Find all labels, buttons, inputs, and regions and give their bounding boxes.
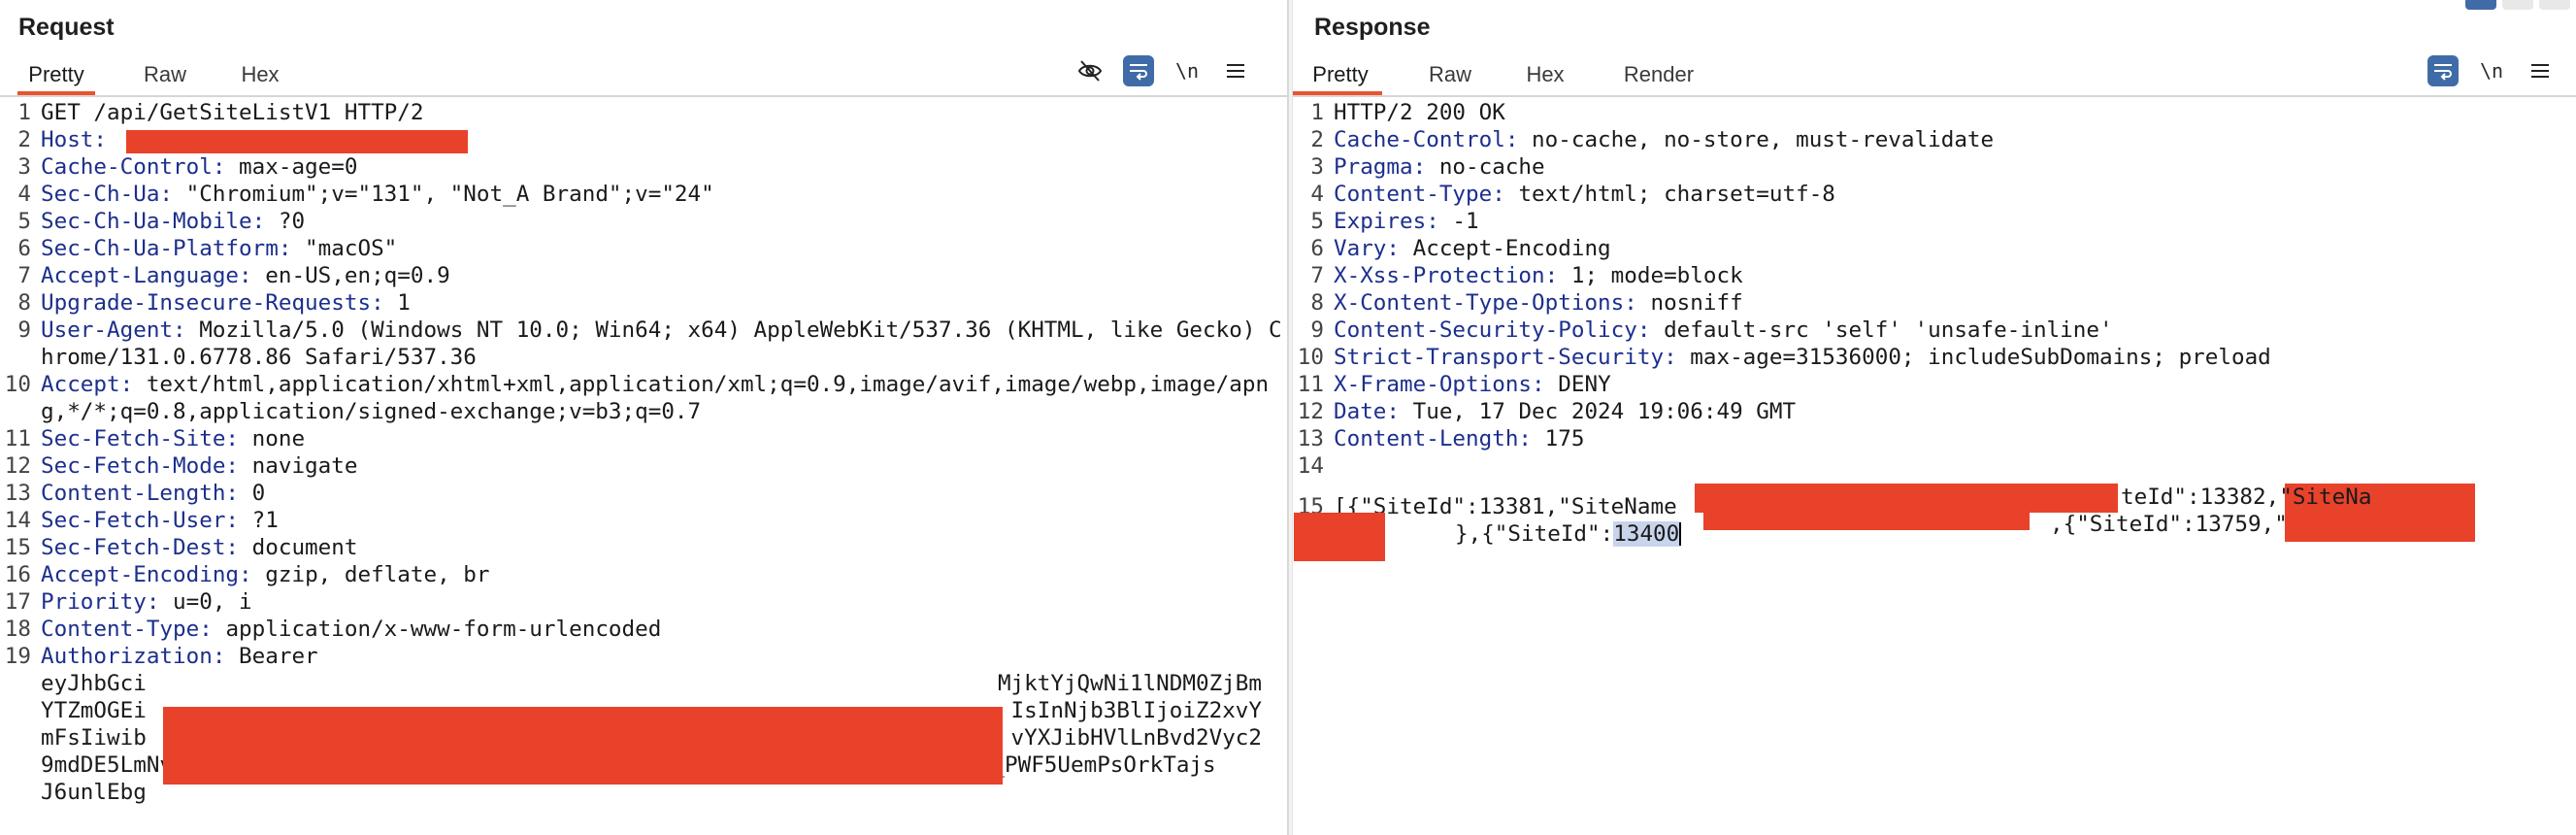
response-tab-raw[interactable]: Raw: [1429, 56, 1471, 95]
response-tab-hex[interactable]: Hex: [1526, 56, 1565, 95]
redaction-host: [126, 130, 468, 153]
response-tab-divider: [1293, 95, 2576, 97]
response-line: 9 Content-Security-Policy: default-src 's…: [1310, 317, 2113, 343]
selected-site-id[interactable]: 13400: [1613, 521, 1680, 547]
request-line: 5 Sec-Ch-Ua-Mobile: ?0: [17, 209, 306, 234]
response-line: 14: [1297, 453, 1324, 479]
text-caret: [1679, 522, 1682, 546]
request-line: 16 Accept-Encoding: gzip, deflate, br: [4, 562, 490, 587]
response-line: 10 Strict-Transport-Security: max-age=315…: [1297, 345, 2271, 370]
request-line: 1 GET /api/GetSiteListV1 HTTP/2: [17, 100, 424, 125]
request-line: 12 Sec-Fetch-Mode: navigate: [4, 453, 358, 479]
request-line: 7 Accept-Language: en-US,en;q=0.9: [17, 263, 450, 288]
request-tabs: Pretty Raw Hex: [0, 56, 280, 95]
request-line: 10 Accept: text/html,application/xhtml+xm…: [4, 372, 1270, 424]
request-tab-raw[interactable]: Raw: [144, 56, 186, 95]
request-tab-hex[interactable]: Hex: [241, 56, 280, 95]
layout-horizontal-icon[interactable]: [2502, 0, 2533, 10]
response-line: 13 Content-Length: 175: [1297, 426, 1585, 451]
request-line: 3 Cache-Control: max-age=0: [17, 154, 358, 180]
auth-token-line: eyJhbGci MjktYjQwNi1lNDM0ZjBm: [41, 671, 1262, 696]
response-pane: Response Pretty Raw Hex Render \n 1 HTTP/: [1293, 0, 2576, 835]
response-body-fragment-4: ,{"SiteId":13759,": [2050, 512, 2288, 537]
request-line: 4 Sec-Ch-Ua: "Chromium";v="131", "Not_A B…: [17, 182, 714, 207]
request-tab-divider: [0, 95, 1287, 97]
eye-slash-icon[interactable]: [1074, 55, 1106, 86]
response-line: 5 Expires: -1: [1310, 209, 1479, 234]
request-tab-pretty[interactable]: Pretty: [17, 56, 95, 95]
response-line: 7 X-Xss-Protection: 1; mode=block: [1310, 263, 1743, 288]
layout-split-icon[interactable]: [2465, 0, 2496, 10]
word-wrap-icon[interactable]: [1123, 55, 1154, 86]
request-pane: Request Pretty Raw Hex \n 1 GET /api/Get…: [0, 0, 1287, 835]
response-line: 12 Date: Tue, 17 Dec 2024 19:06:49 GMT: [1297, 399, 1797, 424]
response-line: 1 HTTP/2 200 OK: [1310, 100, 1505, 125]
request-line: 19 Authorization: Bearer: [4, 644, 318, 669]
request-title: Request: [18, 14, 115, 41]
request-line: 6 Sec-Ch-Ua-Platform: "macOS": [17, 236, 398, 261]
redaction-token: [163, 707, 1003, 785]
response-line: 8 X-Content-Type-Options: nosniff: [1310, 290, 1743, 316]
request-toolbar: \n: [1074, 55, 1251, 86]
word-wrap-icon[interactable]: [2427, 55, 2459, 86]
request-line: 13 Content-Length: 0: [4, 481, 266, 506]
response-line: 4 Content-Type: text/html; charset=utf-8: [1310, 182, 1835, 207]
layout-toggle-group: [2465, 0, 2570, 10]
request-line: 18 Content-Type: application/x-www-form-u…: [4, 617, 662, 642]
request-line: 14 Sec-Fetch-User: ?1: [4, 508, 279, 533]
response-line: 3 Pragma: no-cache: [1310, 154, 1545, 180]
layout-vertical-icon[interactable]: [2539, 0, 2570, 10]
redaction-body-4: [1294, 513, 1385, 561]
response-tab-pretty[interactable]: Pretty: [1293, 56, 1382, 95]
response-line: 11 X-Frame-Options: DENY: [1297, 372, 1611, 397]
response-toolbar: \n: [2427, 55, 2556, 86]
response-title: Response: [1314, 14, 1431, 41]
request-line: 17 Priority: u=0, i: [4, 589, 252, 615]
response-tab-render[interactable]: Render: [1622, 56, 1696, 95]
hamburger-menu-icon[interactable]: [1220, 55, 1251, 86]
response-tabs: Pretty Raw Hex Render: [1293, 56, 1696, 95]
newline-toggle-button[interactable]: \n: [2476, 55, 2507, 86]
request-line: 9 User-Agent: Mozilla/5.0 (Windows NT 10.…: [17, 317, 1282, 370]
request-line: 8 Upgrade-Insecure-Requests: 1: [17, 290, 411, 316]
hamburger-menu-icon[interactable]: [2525, 55, 2556, 86]
response-line: 6 Vary: Accept-Encoding: [1310, 236, 1611, 261]
request-line: 15 Sec-Fetch-Dest: document: [4, 535, 358, 560]
redaction-body-1: [1695, 484, 2118, 513]
redaction-body-2: [1703, 511, 2030, 530]
response-editor[interactable]: 1 HTTP/2 200 OK 2 Cache-Control: no-cache,…: [1293, 99, 2576, 835]
newline-toggle-button[interactable]: \n: [1172, 55, 1203, 86]
response-line: 2 Cache-Control: no-cache, no-store, must…: [1310, 127, 1995, 152]
response-body-fragment-2: teId":13382,"SiteNa: [2121, 484, 2372, 510]
request-line: 11 Sec-Fetch-Site: none: [4, 426, 306, 451]
